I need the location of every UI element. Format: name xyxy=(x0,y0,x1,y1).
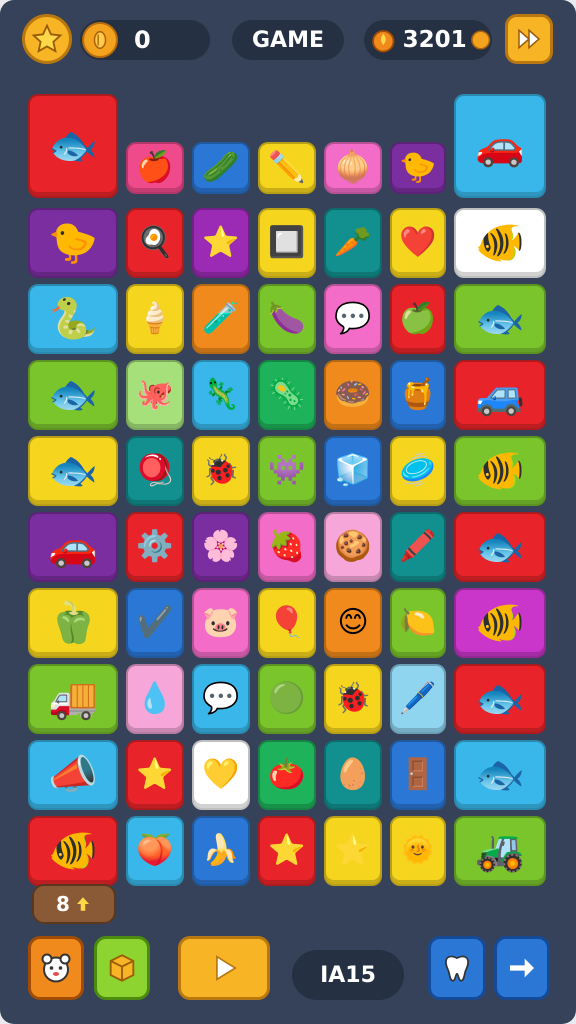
tile-r4-c6[interactable]: 🐠 xyxy=(454,436,546,506)
tile-r1-c6[interactable]: 🐠 xyxy=(454,208,546,278)
tile-r5-c0[interactable]: 🚗 xyxy=(28,512,118,582)
tile-r8-c4[interactable]: 🥚 xyxy=(324,740,382,810)
arrow-up-icon xyxy=(76,897,89,911)
tile-r5-c4[interactable]: 🍪 xyxy=(324,512,382,582)
tile-r0-c1[interactable]: 🍎 xyxy=(126,142,184,194)
tile-r1-c0[interactable]: 🐤 xyxy=(28,208,118,278)
star-button[interactable] xyxy=(22,14,72,64)
score-counter: 3201 xyxy=(364,20,492,60)
tile-r8-c6[interactable]: 🐟 xyxy=(454,740,546,810)
tile-r0-c3[interactable]: ✏️ xyxy=(258,142,316,194)
tile-r2-c2[interactable]: 🧪 xyxy=(192,284,250,354)
game-screen: 0 GAME 3201 🐟 🍎 🥒 ✏️ 🧅 🐤 🚗 🐤 🍳 ⭐ 🔲 🥕 ❤️ 🐠 🐍 🍦 🧪 🍆 💬 🍏 🐟 🐟 🐙 🦎 🦠 🍩… xyxy=(0,0,576,1024)
coin-stack-icon xyxy=(470,30,490,50)
next-button[interactable] xyxy=(494,936,550,1000)
tile-r2-c0[interactable]: 🐍 xyxy=(28,284,118,354)
tile-r5-c2[interactable]: 🌸 xyxy=(192,512,250,582)
tile-r1-c1[interactable]: 🍳 xyxy=(126,208,184,278)
tooth-icon xyxy=(445,955,469,982)
tile-r9-c0[interactable]: 🐠 xyxy=(28,816,118,886)
tile-r7-c0[interactable]: 🚚 xyxy=(28,664,118,734)
tile-r4-c4[interactable]: 🧊 xyxy=(324,436,382,506)
star-icon xyxy=(31,23,63,53)
tile-r2-c4[interactable]: 💬 xyxy=(324,284,382,354)
tile-r8-c2[interactable]: 💛 xyxy=(192,740,250,810)
tile-r8-c1[interactable]: ⭐ xyxy=(126,740,184,810)
tile-r7-c6[interactable]: 🐟 xyxy=(454,664,546,734)
coin-icon xyxy=(82,22,118,58)
tile-r8-c5[interactable]: 🚪 xyxy=(390,740,446,810)
tile-r0-c2[interactable]: 🥒 xyxy=(192,142,250,194)
tile-r3-c1[interactable]: 🐙 xyxy=(126,360,184,430)
coin-count: 0 xyxy=(134,26,151,54)
tile-r6-c0[interactable]: 🫑 xyxy=(28,588,118,658)
tile-r7-c5[interactable]: 🖊️ xyxy=(390,664,446,734)
tile-r9-c5[interactable]: 🌞 xyxy=(390,816,446,886)
tile-r8-c0[interactable]: 📣 xyxy=(28,740,118,810)
tile-r4-c1[interactable]: 🪀 xyxy=(126,436,184,506)
tile-r0-c4[interactable]: 🧅 xyxy=(324,142,382,194)
tile-r6-c6[interactable]: 🐠 xyxy=(454,588,546,658)
tile-r1-c5[interactable]: ❤️ xyxy=(390,208,446,278)
tile-r1-c2[interactable]: ⭐ xyxy=(192,208,250,278)
tile-r4-c2[interactable]: 🐞 xyxy=(192,436,250,506)
hint-button[interactable]: 8 xyxy=(32,884,116,924)
arrow-right-icon xyxy=(510,958,534,978)
tile-r3-c3[interactable]: 🦠 xyxy=(258,360,316,430)
tile-r3-c2[interactable]: 🦎 xyxy=(192,360,250,430)
tile-r1-c3[interactable]: 🔲 xyxy=(258,208,316,278)
play-icon xyxy=(216,955,237,981)
game-title: GAME xyxy=(232,20,344,60)
tile-r4-c0[interactable]: 🐟 xyxy=(28,436,118,506)
coin-counter: 0 xyxy=(80,20,210,60)
cube-icon xyxy=(109,954,135,982)
tile-r7-c4[interactable]: 🐞 xyxy=(324,664,382,734)
tile-r4-c5[interactable]: 🥏 xyxy=(390,436,446,506)
level-label: IA15 xyxy=(292,950,404,1000)
tile-r6-c3[interactable]: 🎈 xyxy=(258,588,316,658)
tile-r6-c1[interactable]: ✔️ xyxy=(126,588,184,658)
tile-r3-c4[interactable]: 🍩 xyxy=(324,360,382,430)
tile-r9-c1[interactable]: 🍑 xyxy=(126,816,184,886)
tile-r8-c3[interactable]: 🍅 xyxy=(258,740,316,810)
bird-car-tile[interactable]: 🚗 xyxy=(454,94,546,198)
tile-r5-c1[interactable]: ⚙️ xyxy=(126,512,184,582)
fish-car-tile[interactable]: 🐟 xyxy=(28,94,118,198)
pet-button[interactable] xyxy=(28,936,84,1000)
tile-r9-c3[interactable]: ⭐ xyxy=(258,816,316,886)
bear-face-icon xyxy=(41,953,71,983)
tile-r3-c5[interactable]: 🍯 xyxy=(390,360,446,430)
tile-r2-c5[interactable]: 🍏 xyxy=(390,284,446,354)
tile-r7-c1[interactable]: 💧 xyxy=(126,664,184,734)
top-bar: 0 GAME 3201 xyxy=(0,0,576,82)
tile-r4-c3[interactable]: 👾 xyxy=(258,436,316,506)
tile-r3-c0[interactable]: 🐟 xyxy=(28,360,118,430)
hint-count: 8 xyxy=(56,892,70,916)
tile-r6-c5[interactable]: 🍋 xyxy=(390,588,446,658)
score-value: 3201 xyxy=(402,27,467,53)
tile-r2-c1[interactable]: 🍦 xyxy=(126,284,184,354)
tile-r9-c2[interactable]: 🍌 xyxy=(192,816,250,886)
tile-board: 🐟 🍎 🥒 ✏️ 🧅 🐤 🚗 🐤 🍳 ⭐ 🔲 🥕 ❤️ 🐠 🐍 🍦 🧪 🍆 💬 🍏 🐟 🐟 🐙 🦎 🦠 🍩 🍯 🚙 🐟 🪀 🐞 👾 🧊 🥏 🐠 🚗 ⚙️… xyxy=(24,94,554,886)
tile-r1-c4[interactable]: 🥕 xyxy=(324,208,382,278)
tile-r6-c2[interactable]: 🐷 xyxy=(192,588,250,658)
skip-button[interactable] xyxy=(505,14,553,64)
tile-r6-c4[interactable]: 😊 xyxy=(324,588,382,658)
tile-r0-c5[interactable]: 🐤 xyxy=(390,142,446,194)
tile-r5-c6[interactable]: 🐟 xyxy=(454,512,546,582)
flame-icon xyxy=(372,30,395,53)
tile-r9-c4[interactable]: ⭐ xyxy=(324,816,382,886)
tile-r2-c3[interactable]: 🍆 xyxy=(258,284,316,354)
skip-icon xyxy=(518,28,541,50)
cube-button[interactable] xyxy=(94,936,150,1000)
tile-r7-c2[interactable]: 💬 xyxy=(192,664,250,734)
tile-r9-c6[interactable]: 🚜 xyxy=(454,816,546,886)
tile-r2-c6[interactable]: 🐟 xyxy=(454,284,546,354)
play-button[interactable] xyxy=(178,936,270,1000)
tile-r5-c5[interactable]: 🖍️ xyxy=(390,512,446,582)
tile-r7-c3[interactable]: 🟢 xyxy=(258,664,316,734)
tile-r3-c6[interactable]: 🚙 xyxy=(454,360,546,430)
tooth-button[interactable] xyxy=(428,936,486,1000)
tile-r5-c3[interactable]: 🍓 xyxy=(258,512,316,582)
